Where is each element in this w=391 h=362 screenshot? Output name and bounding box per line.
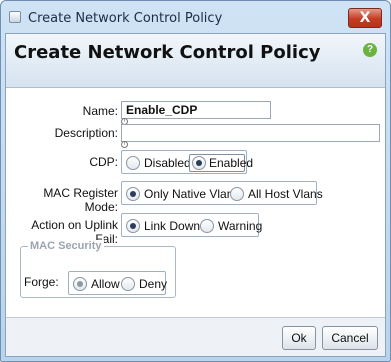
cancel-button[interactable]: Cancel (322, 326, 378, 350)
mac-security-legend: MAC Security (28, 240, 104, 252)
uplink-fail-radio-group: Link Down Warning (121, 213, 262, 237)
dialog-header: Create Network Control Policy ? (6, 34, 385, 88)
radio-icon (121, 277, 135, 291)
help-icon[interactable]: ? (363, 43, 377, 57)
dialog-footer: Ok Cancel (6, 317, 385, 356)
radio-selected-icon (192, 156, 206, 170)
page-title: Create Network Control Policy (14, 42, 321, 63)
ok-button[interactable]: Ok (282, 326, 316, 350)
cdp-radio-group: Disabled Enabled (121, 150, 253, 174)
radio-selected-icon (126, 219, 140, 233)
mac-register-mode-label: MAC Register Mode: (43, 186, 118, 214)
forge-radio-group: Allow Deny (68, 271, 167, 295)
name-field[interactable]: Enable_CDP (121, 101, 271, 119)
name-label: Name: (82, 104, 118, 118)
radio-icon (126, 156, 140, 170)
window-title: Create Network Control Policy (28, 11, 223, 26)
mac-register-mode-radio-group: Only Native Vlan All Host Vlans (121, 181, 323, 205)
description-field[interactable] (121, 124, 380, 142)
description-label: Description: (54, 126, 118, 140)
dialog-body: Create Network Control Policy ? Name: En… (5, 33, 386, 357)
forge-label: Forge: (24, 275, 59, 289)
radio-icon (230, 187, 244, 201)
cdp-label: CDP: (89, 155, 118, 169)
cdp-enabled-option[interactable]: Enabled (189, 154, 253, 172)
link-down-option[interactable]: Link Down (126, 217, 200, 235)
radio-icon (200, 219, 214, 233)
allow-option[interactable]: Allow (73, 275, 123, 293)
window-icon (9, 11, 21, 23)
close-button[interactable]: X (348, 8, 382, 28)
info-icon: i (121, 141, 128, 148)
all-host-vlans-option[interactable]: All Host Vlans (230, 185, 323, 203)
cdp-disabled-option[interactable]: Disabled (126, 154, 191, 172)
radio-selected-icon (73, 277, 87, 291)
only-native-vlan-option[interactable]: Only Native Vlan (126, 185, 233, 203)
dialog-window: Create Network Control Policy X Create N… (0, 0, 391, 362)
warning-option[interactable]: Warning (200, 217, 262, 235)
radio-selected-icon (126, 187, 140, 201)
policy-form: Name: Enable_CDP i Description: i CDP: D… (6, 88, 385, 317)
deny-option[interactable]: Deny (121, 275, 167, 293)
title-bar[interactable]: Create Network Control Policy X (1, 1, 390, 33)
